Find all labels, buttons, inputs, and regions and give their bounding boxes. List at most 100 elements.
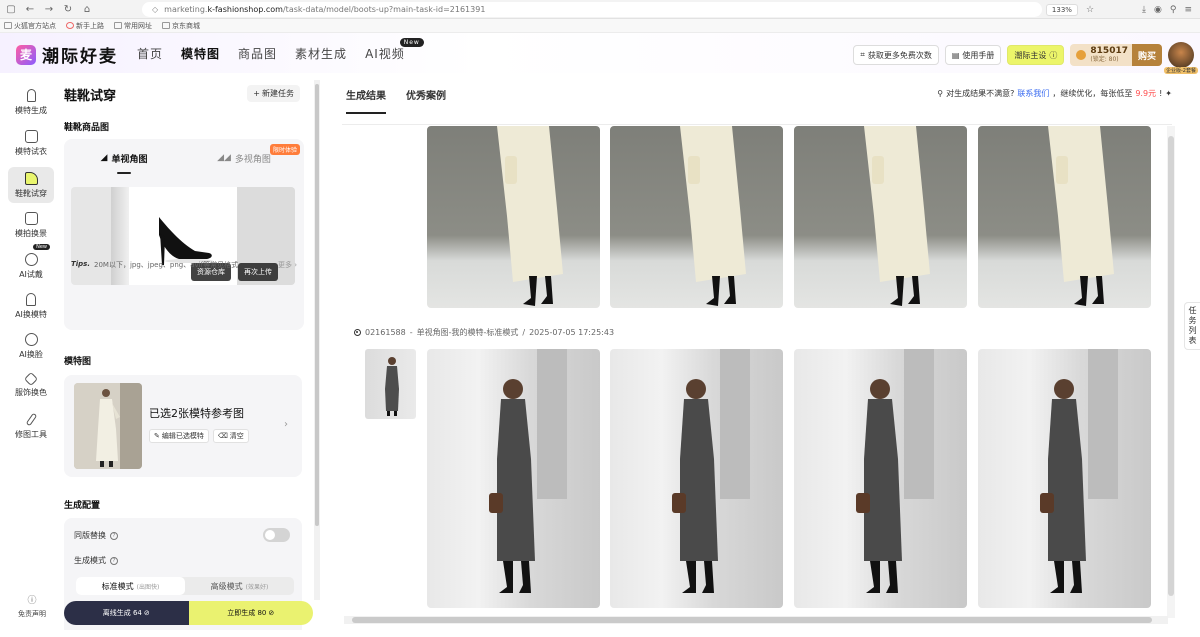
horizontal-scrollbar-thumb[interactable] bbox=[352, 617, 1152, 623]
browser-toolbar: ▢ ← → ↻ ⌂ ◇ marketing. k-fashionshop.com /… bbox=[0, 0, 1200, 19]
shoe-icon: ◢ bbox=[100, 153, 108, 163]
sidebar-item-face[interactable]: AI换脸 bbox=[8, 328, 54, 364]
sidebar-item-label: AI换脸 bbox=[19, 349, 43, 359]
upload-tips: Tips. 20M以下，jpg、jpeg、png、avif等常见格式 更多 › bbox=[71, 260, 297, 270]
avatar[interactable]: 企业版-2套餐 bbox=[1164, 42, 1198, 74]
tab-showcase[interactable]: 优秀案例 bbox=[406, 74, 446, 114]
book-icon: ▤ bbox=[951, 50, 960, 60]
menu-icon[interactable]: ≡ bbox=[1184, 5, 1192, 15]
account-icon[interactable]: ◉ bbox=[1154, 5, 1162, 15]
result-image[interactable] bbox=[427, 349, 600, 608]
sidebar-item-try-on[interactable]: 模特试衣 bbox=[8, 125, 54, 161]
dress-grey-image bbox=[672, 349, 750, 593]
firefox-icon bbox=[66, 22, 74, 29]
gen-mode-row: 生成模式 ? bbox=[74, 555, 118, 566]
new-task-button[interactable]: + 新建任务 bbox=[247, 85, 300, 102]
zoom-level[interactable]: 133% bbox=[1045, 3, 1078, 16]
shoe-image-preview[interactable]: 资源仓库 再次上传 bbox=[71, 187, 295, 285]
task-id: 02161588 bbox=[365, 328, 406, 337]
sidebar-item-accessory[interactable]: New AI试戴 bbox=[8, 244, 54, 284]
generate-bar: 离线生成 64 ⊘ 立即生成 80 ⊘ bbox=[64, 601, 313, 625]
offline-generate-button[interactable]: 离线生成 64 ⊘ bbox=[64, 601, 189, 625]
reload-icon[interactable]: ↻ bbox=[60, 1, 76, 17]
help-icon[interactable]: ? bbox=[110, 531, 118, 540]
reference-thumbnail[interactable] bbox=[365, 349, 416, 419]
sidebar-item-color[interactable]: 服饰换色 bbox=[8, 368, 54, 404]
result-image[interactable] bbox=[794, 349, 967, 608]
bookmark-item[interactable]: 京东商城 bbox=[162, 21, 200, 31]
scene-icon bbox=[24, 211, 38, 225]
chevron-right-icon[interactable]: › bbox=[284, 419, 288, 430]
tab-results[interactable]: 生成结果 bbox=[346, 74, 386, 114]
bookmark-item[interactable]: 新手上路 bbox=[66, 21, 104, 31]
disclaimer-link[interactable]: ⓘ 免责声明 bbox=[14, 593, 50, 619]
clear-button[interactable]: ⌫ 清空 bbox=[212, 429, 249, 443]
nav-tab-ai-video[interactable]: AI视频 New bbox=[356, 33, 424, 73]
theme-button[interactable]: 潮际主设 ⓘ bbox=[1007, 45, 1065, 65]
result-image[interactable] bbox=[610, 349, 783, 608]
model-select-card[interactable]: 已选2张模特参考图 ✎ 编辑已选模特 ⌫ 清空 › bbox=[64, 375, 302, 477]
info-icon: ⓘ bbox=[27, 596, 37, 606]
mode-standard[interactable]: 标准模式 (出图快) bbox=[76, 577, 185, 595]
home-icon[interactable]: ⌂ bbox=[79, 1, 95, 17]
extension-icon[interactable]: ⚲ bbox=[1170, 5, 1177, 15]
more-link[interactable]: 更多 › bbox=[278, 260, 297, 270]
sidebar-item-swap-model[interactable]: AI换模特 bbox=[8, 288, 54, 324]
sidebar-item-retouch[interactable]: 修图工具 bbox=[8, 408, 54, 444]
app-logo[interactable]: 麦 潮际好麦 bbox=[16, 42, 118, 67]
star-icon[interactable]: ☆ bbox=[1086, 5, 1094, 15]
nav-tab-home[interactable]: 首页 bbox=[128, 33, 172, 73]
panel-scrollbar-thumb[interactable] bbox=[315, 84, 319, 526]
back-icon[interactable]: ← bbox=[22, 1, 38, 17]
sidebar-item-label: 服饰换色 bbox=[15, 388, 47, 397]
address-bar[interactable]: ◇ marketing. k-fashionshop.com/task-data/… bbox=[142, 2, 1042, 17]
dress-top-image bbox=[1048, 126, 1114, 306]
nav-tab-product[interactable]: 商品图 bbox=[229, 33, 286, 73]
logo-mark-icon: 麦 bbox=[16, 44, 36, 65]
main-nav: 首页 模特图 商品图 素材生成 AI视频 New bbox=[128, 33, 424, 73]
sidebar-item-label: AI试戴 bbox=[19, 269, 43, 279]
bookmark-item[interactable]: 火狐官方站点 bbox=[4, 21, 56, 31]
sidebar-item-scene[interactable]: 模拍换景 bbox=[8, 207, 54, 243]
nav-tab-model[interactable]: 模特图 bbox=[172, 33, 229, 73]
instant-generate-button[interactable]: 立即生成 80 ⊘ bbox=[188, 601, 313, 625]
result-image[interactable] bbox=[978, 349, 1151, 608]
header-actions: ⌗ 获取更多免费次数 ▤ 使用手册 潮际主设 ⓘ 815017 (锁定: 80) 购买… bbox=[853, 42, 1198, 74]
edit-icon: ✎ bbox=[154, 432, 160, 440]
bookmark-item[interactable]: 常用网址 bbox=[114, 21, 152, 31]
coin-icon: ⊘ bbox=[143, 609, 150, 617]
task-list-button[interactable]: 任 务 列 表 bbox=[1184, 302, 1200, 350]
buy-button[interactable]: 购买 bbox=[1131, 44, 1162, 66]
tab-single-view[interactable]: ◢ 单视角图 bbox=[64, 139, 184, 177]
download-icon[interactable]: ⤓ bbox=[1142, 5, 1146, 15]
edit-model-button[interactable]: ✎ 编辑已选模特 bbox=[149, 429, 209, 443]
contact-link[interactable]: 联系我们 bbox=[1017, 88, 1049, 99]
face-icon bbox=[24, 332, 38, 346]
result-image[interactable] bbox=[427, 126, 600, 308]
manual-button[interactable]: ▤ 使用手册 bbox=[944, 45, 1002, 65]
folder-icon bbox=[162, 22, 170, 29]
new-badge: New bbox=[399, 38, 424, 47]
shoe-view-tabs: ◢ 单视角图 ◢◢ 多视角图 限时体验 bbox=[64, 139, 304, 177]
tab-multi-view[interactable]: ◢◢ 多视角图 限时体验 bbox=[184, 139, 304, 177]
result-image[interactable] bbox=[610, 126, 783, 308]
nav-tab-material[interactable]: 素材生成 bbox=[286, 33, 356, 73]
sidebar-toggle-icon[interactable]: ▢ bbox=[3, 1, 19, 17]
coin-icon bbox=[1076, 50, 1087, 60]
sidebar-item-shoe[interactable]: 鞋靴试穿 bbox=[8, 167, 54, 203]
mode-advanced[interactable]: 高级模式 (效果好) bbox=[185, 577, 294, 595]
folder-icon bbox=[4, 22, 12, 29]
free-count-button[interactable]: ⌗ 获取更多免费次数 bbox=[853, 45, 939, 65]
same-swap-toggle[interactable] bbox=[263, 528, 290, 542]
forward-icon[interactable]: → bbox=[41, 1, 57, 17]
result-image[interactable] bbox=[794, 126, 967, 308]
dress-grey-image bbox=[856, 349, 934, 593]
help-icon[interactable]: ? bbox=[110, 556, 118, 565]
config-section-label: 生成配置 bbox=[64, 498, 103, 513]
results-scrollbar-thumb[interactable] bbox=[1168, 136, 1174, 596]
task-dot-icon bbox=[354, 329, 361, 336]
tshirt-icon bbox=[24, 129, 38, 143]
sidebar-item-model-gen[interactable]: 模特生成 bbox=[8, 84, 54, 120]
browser-right-tools: 133% ☆ ⤓ ◉ ⚲ ≡ bbox=[1045, 0, 1192, 19]
result-image[interactable] bbox=[978, 126, 1151, 308]
